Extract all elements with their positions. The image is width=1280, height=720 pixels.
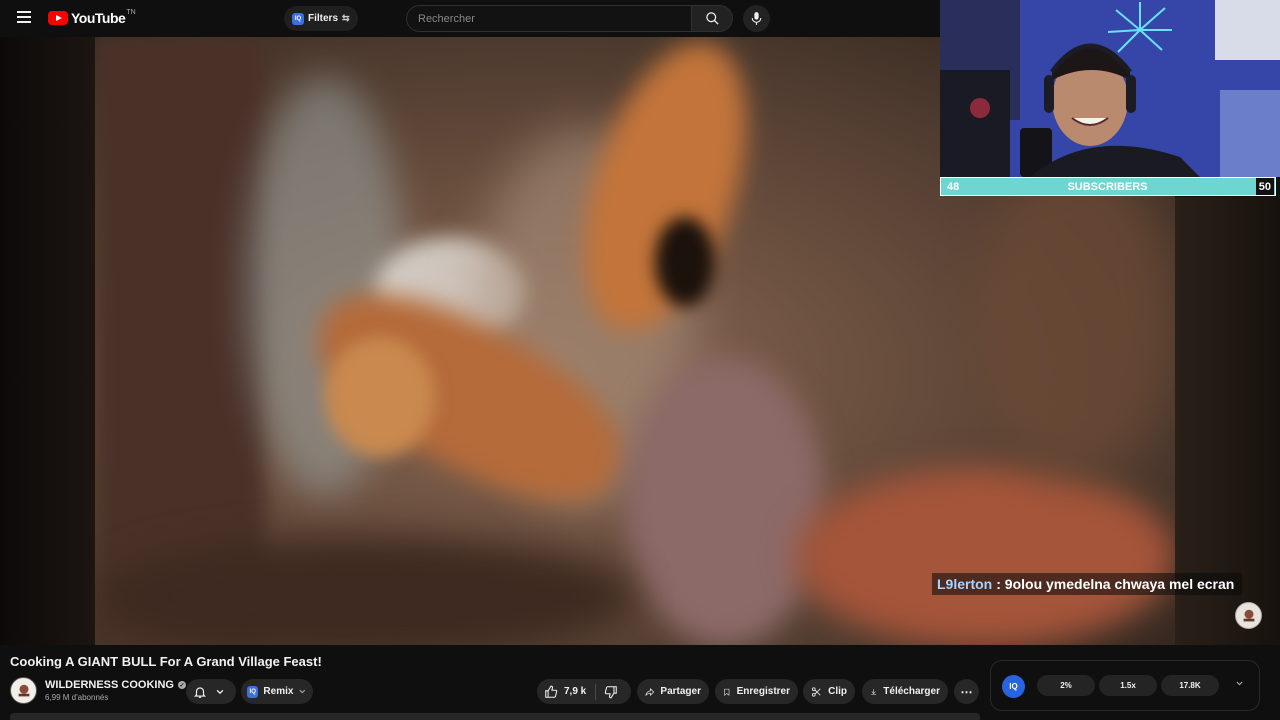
remix-button[interactable]: IQ Remix bbox=[241, 679, 313, 704]
iq-stat-percent: 2% bbox=[1037, 675, 1095, 696]
clip-button[interactable]: Clip bbox=[803, 679, 855, 704]
chevron-down-icon bbox=[216, 689, 224, 694]
sliders-icon: ⇆ bbox=[342, 13, 350, 23]
channel-subscribers: 6,99 M d'abonnés bbox=[45, 693, 109, 702]
chat-username: L9lerton bbox=[937, 576, 993, 592]
chat-overlay-message: L9lerton : 9olou ymedelna chwaya mel ecr… bbox=[932, 573, 1243, 595]
more-icon: ⋯ bbox=[960, 684, 973, 699]
share-icon bbox=[645, 687, 655, 696]
like-divider bbox=[595, 683, 597, 700]
dislike-button[interactable] bbox=[604, 685, 618, 699]
logo-country-code: TN bbox=[126, 8, 136, 16]
webcam-scene bbox=[940, 0, 1280, 177]
top-bar: YouTube TN IQ Filters ⇆ bbox=[0, 0, 940, 37]
filters-button[interactable]: IQ Filters ⇆ bbox=[284, 6, 358, 31]
ambient-left bbox=[0, 37, 95, 645]
filters-label: Filters bbox=[308, 13, 339, 24]
description-box-edge[interactable] bbox=[10, 713, 980, 720]
mic-icon bbox=[751, 12, 762, 25]
thumbs-up-icon bbox=[545, 685, 558, 698]
chevron-down-icon[interactable] bbox=[1235, 679, 1244, 688]
subscriber-goal-target: 50 bbox=[1255, 178, 1274, 195]
channel-info: WILDERNESS COOKING ✓ 6,99 M d'abonnés bbox=[10, 677, 186, 704]
iq-badge-icon: IQ bbox=[292, 12, 304, 25]
iq-logo-icon[interactable]: IQ bbox=[1002, 675, 1025, 698]
streamer-webcam bbox=[940, 0, 1280, 177]
search-bar bbox=[406, 5, 733, 32]
download-label: Télécharger bbox=[883, 686, 940, 697]
iq-stat-multiplier: 1.5x bbox=[1099, 675, 1157, 696]
download-button[interactable]: Télécharger bbox=[862, 679, 948, 704]
channel-meta: WILDERNESS COOKING ✓ 6,99 M d'abonnés bbox=[45, 679, 186, 702]
verified-icon: ✓ bbox=[177, 681, 186, 689]
iq-stat-views: 17.8K bbox=[1161, 675, 1219, 696]
more-actions-button[interactable]: ⋯ bbox=[954, 679, 979, 704]
video-title: Cooking A GIANT BULL For A Grand Village… bbox=[10, 654, 322, 669]
like-count: 7,9 k bbox=[564, 686, 587, 697]
share-label: Partager bbox=[660, 686, 701, 697]
watermark-logo bbox=[1243, 609, 1254, 621]
remix-iq-icon: IQ bbox=[247, 685, 259, 698]
remix-label: Remix bbox=[263, 686, 294, 697]
save-label: Enregistrer bbox=[736, 686, 790, 697]
subscriber-goal-bar: 48 SUBSCRIBERS 50 bbox=[940, 177, 1276, 196]
like-button[interactable]: 7,9 k bbox=[544, 685, 586, 699]
channel-name-row[interactable]: WILDERNESS COOKING ✓ bbox=[45, 679, 186, 691]
search-icon bbox=[705, 12, 719, 25]
clip-label: Clip bbox=[828, 686, 847, 697]
search-button[interactable] bbox=[691, 5, 733, 32]
search-input[interactable] bbox=[406, 5, 691, 32]
subscriber-goal-label: SUBSCRIBERS bbox=[1067, 180, 1148, 193]
menu-icon[interactable] bbox=[12, 8, 36, 28]
channel-name[interactable]: WILDERNESS COOKING bbox=[45, 679, 174, 691]
chevron-down-icon bbox=[299, 689, 306, 694]
bookmark-icon bbox=[724, 688, 730, 696]
iq-stats-panel: IQ 2% 1.5x 17.8K bbox=[990, 660, 1260, 711]
bell-icon bbox=[193, 686, 207, 698]
share-button[interactable]: Partager bbox=[637, 679, 709, 704]
channel-logo-icon bbox=[18, 684, 29, 696]
youtube-play-icon bbox=[48, 11, 68, 25]
scissors-icon bbox=[811, 686, 821, 697]
notification-button[interactable] bbox=[186, 679, 236, 704]
youtube-logo[interactable]: YouTube TN bbox=[48, 9, 136, 27]
voice-search-button[interactable] bbox=[743, 5, 770, 32]
channel-watermark-icon[interactable] bbox=[1235, 602, 1262, 629]
save-button[interactable]: Enregistrer bbox=[715, 679, 798, 704]
channel-avatar[interactable] bbox=[10, 677, 37, 704]
logo-text: YouTube bbox=[71, 10, 126, 26]
subscriber-goal-start: 48 bbox=[947, 180, 960, 193]
thumbs-down-icon bbox=[605, 685, 618, 698]
chat-text: : 9olou ymedelna chwaya mel ecran bbox=[996, 576, 1235, 592]
download-icon bbox=[871, 688, 877, 695]
like-dislike-group: 7,9 k bbox=[537, 679, 631, 704]
